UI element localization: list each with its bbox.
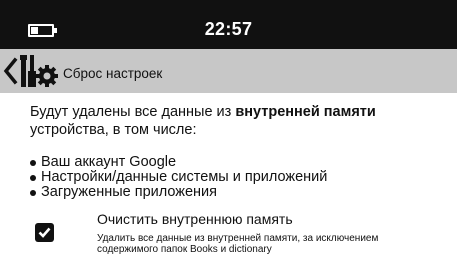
page-title: Сброс настроек [63,66,163,81]
list-item: Настройки/данные системы и приложений [30,170,445,185]
list-item: Ваш аккаунт Google [30,155,445,170]
clear-memory-option[interactable]: Очистить внутреннюю память Удалить все д… [35,211,450,255]
status-time: 22:57 [204,19,253,39]
option-description: Удалить все данные из внутренней памяти,… [97,233,379,255]
clear-memory-checkbox[interactable] [35,223,54,242]
tools-gear-icon [20,55,58,87]
status-bar: 22:57 [0,0,457,49]
chevron-left-icon[interactable] [2,57,18,85]
reset-info: Будут удалены все данные из внутренней п… [30,103,445,200]
checkmark-icon [38,227,51,238]
list-item: Загруженные приложения [30,185,445,200]
option-title: Очистить внутреннюю память [97,211,293,227]
data-list: Ваш аккаунт Google Настройки/данные сист… [30,155,445,200]
title-bar: Сброс настроек [0,49,457,93]
intro-text: Будут удалены все данные из внутренней п… [30,104,376,138]
back-button[interactable] [2,57,18,85]
